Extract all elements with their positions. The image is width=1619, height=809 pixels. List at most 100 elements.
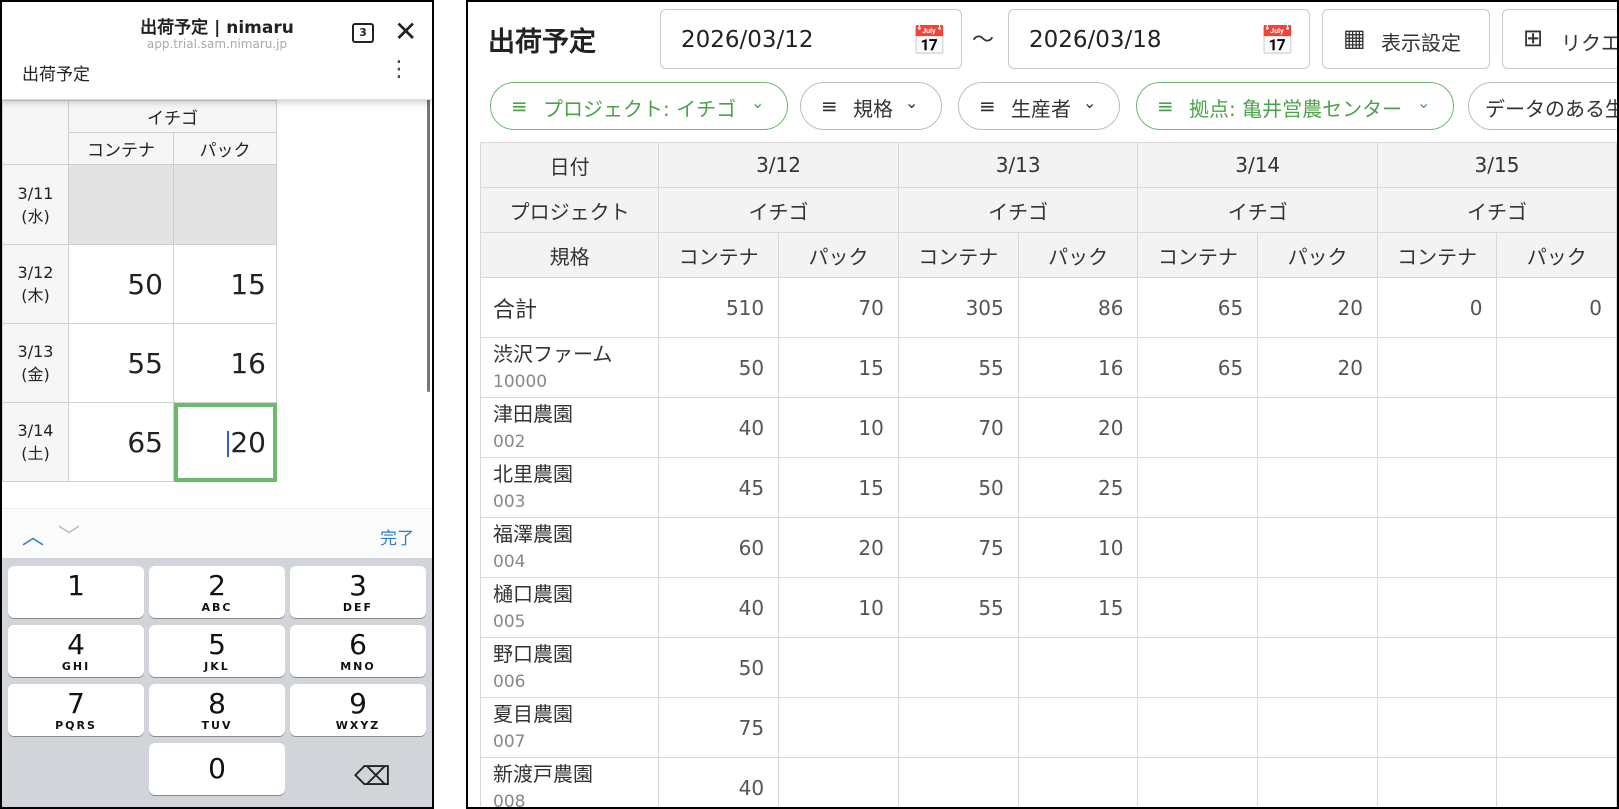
quantity-cell[interactable]	[778, 757, 899, 807]
quantity-cell[interactable]: 20	[778, 517, 899, 578]
request-button[interactable]: ⊞ リクエ	[1502, 9, 1617, 69]
quantity-cell[interactable]: 45	[658, 457, 780, 518]
quantity-cell[interactable]	[1496, 697, 1617, 758]
container-input[interactable]: 65	[68, 402, 174, 482]
quantity-cell[interactable]	[1376, 337, 1498, 398]
key-7[interactable]: 7 PQRS	[8, 684, 144, 736]
quantity-cell[interactable]	[1376, 637, 1498, 698]
quantity-cell[interactable]: 40	[658, 577, 780, 638]
chevron-down-icon: ⌄	[1083, 93, 1097, 112]
filter-chip-project[interactable]: ≡ プロジェクト: イチゴ ⌄	[490, 82, 788, 130]
quantity-cell[interactable]	[1257, 517, 1378, 578]
key-0[interactable]: 0	[149, 743, 285, 795]
quantity-cell[interactable]	[1257, 697, 1378, 758]
date-to-field[interactable]: 2026/03/18 📅	[1008, 9, 1310, 69]
close-icon[interactable]: ✕	[394, 16, 417, 48]
quantity-cell[interactable]	[1137, 397, 1259, 458]
quantity-cell[interactable]	[1017, 697, 1139, 758]
quantity-cell[interactable]: 50	[658, 637, 780, 698]
quantity-cell[interactable]: 75	[658, 697, 780, 758]
quantity-cell[interactable]: 55	[897, 577, 1019, 638]
quantity-cell[interactable]	[1257, 757, 1378, 807]
quantity-cell[interactable]	[1137, 517, 1259, 578]
quantity-cell[interactable]	[1376, 397, 1498, 458]
quantity-cell[interactable]	[1496, 577, 1617, 638]
quantity-cell[interactable]	[1137, 457, 1259, 518]
quantity-cell[interactable]	[1017, 637, 1139, 698]
quantity-cell[interactable]	[778, 637, 899, 698]
quantity-cell[interactable]: 70	[897, 397, 1019, 458]
pack-input[interactable]: 15	[173, 244, 277, 324]
quantity-cell[interactable]	[1496, 637, 1617, 698]
key-4[interactable]: 4 GHI	[8, 625, 144, 677]
quantity-cell[interactable]	[897, 697, 1019, 758]
quantity-cell[interactable]	[1257, 397, 1378, 458]
quantity-cell[interactable]	[897, 757, 1019, 807]
key-3[interactable]: 3 DEF	[290, 566, 426, 618]
date-from-field[interactable]: 2026/03/12 📅	[660, 9, 962, 69]
quantity-cell[interactable]: 40	[658, 397, 780, 458]
filter-chip-producer[interactable]: ≡ 生産者 ⌄	[958, 82, 1120, 130]
quantity-cell[interactable]	[1137, 577, 1259, 638]
quantity-cell[interactable]	[1496, 337, 1617, 398]
quantity-cell[interactable]: 16	[1017, 337, 1139, 398]
quantity-cell[interactable]: 60	[658, 517, 780, 578]
key-9[interactable]: 9 WXYZ	[290, 684, 426, 736]
quantity-cell[interactable]	[1137, 697, 1259, 758]
quantity-cell[interactable]	[1496, 457, 1617, 518]
quantity-cell[interactable]: 15	[778, 457, 899, 518]
tabs-count-icon[interactable]: 3	[352, 23, 374, 43]
quantity-cell[interactable]: 20	[1017, 397, 1139, 458]
container-input[interactable]: 55	[68, 323, 174, 403]
display-settings-button[interactable]: ▦ 表示設定	[1322, 9, 1490, 69]
quantity-cell[interactable]	[1137, 757, 1259, 807]
quantity-cell[interactable]	[1376, 517, 1498, 578]
quantity-cell[interactable]	[1376, 697, 1498, 758]
chevron-down-icon[interactable]: ﹀	[58, 519, 80, 551]
calendar-icon[interactable]: 📅	[912, 24, 947, 57]
quantity-cell[interactable]	[1496, 757, 1617, 807]
quantity-cell[interactable]: 50	[897, 457, 1019, 518]
key-2[interactable]: 2 ABC	[149, 566, 285, 618]
quantity-cell[interactable]: 10	[778, 577, 899, 638]
chevron-up-icon[interactable]: ︿	[22, 519, 44, 551]
key-1[interactable]: 1	[8, 566, 144, 618]
quantity-cell[interactable]	[1376, 577, 1498, 638]
key-6[interactable]: 6 MNO	[290, 625, 426, 677]
quantity-cell[interactable]: 25	[1017, 457, 1139, 518]
filter-chip-has-data[interactable]: データのある生	[1468, 82, 1617, 130]
filter-chip-location[interactable]: ≡ 拠点: 亀井営農センター ⌄	[1136, 82, 1454, 130]
quantity-cell[interactable]	[1017, 757, 1139, 807]
quantity-cell[interactable]: 20	[1257, 337, 1378, 398]
quantity-cell[interactable]: 50	[658, 337, 780, 398]
pack-input-focused[interactable]: 20	[173, 402, 277, 482]
quantity-cell[interactable]	[1376, 457, 1498, 518]
done-button[interactable]: 完了	[380, 524, 414, 549]
backspace-icon[interactable]: ⌫	[354, 762, 391, 792]
more-vert-icon[interactable]: ⋮	[388, 58, 410, 82]
scrollbar[interactable]	[427, 92, 430, 392]
quantity-cell[interactable]	[1257, 457, 1378, 518]
quantity-cell[interactable]	[1137, 637, 1259, 698]
quantity-cell[interactable]: 10	[778, 397, 899, 458]
quantity-cell[interactable]: 15	[778, 337, 899, 398]
quantity-cell[interactable]: 65	[1137, 337, 1259, 398]
quantity-cell[interactable]: 55	[897, 337, 1019, 398]
quantity-cell[interactable]	[778, 697, 899, 758]
key-8[interactable]: 8 TUV	[149, 684, 285, 736]
filter-chip-spec[interactable]: ≡ 規格 ⌄	[800, 82, 942, 130]
calendar-icon[interactable]: 📅	[1260, 24, 1295, 57]
quantity-cell[interactable]	[1376, 757, 1498, 807]
container-input[interactable]: 50	[68, 244, 174, 324]
quantity-cell[interactable]: 15	[1017, 577, 1139, 638]
quantity-cell[interactable]: 75	[897, 517, 1019, 578]
quantity-cell[interactable]	[1257, 577, 1378, 638]
quantity-cell[interactable]: 10	[1017, 517, 1139, 578]
quantity-cell[interactable]	[1257, 637, 1378, 698]
quantity-cell[interactable]	[1496, 517, 1617, 578]
pack-input[interactable]: 16	[173, 323, 277, 403]
quantity-cell[interactable]: 40	[658, 757, 780, 807]
key-5[interactable]: 5 JKL	[149, 625, 285, 677]
quantity-cell[interactable]	[897, 637, 1019, 698]
quantity-cell[interactable]	[1496, 397, 1617, 458]
